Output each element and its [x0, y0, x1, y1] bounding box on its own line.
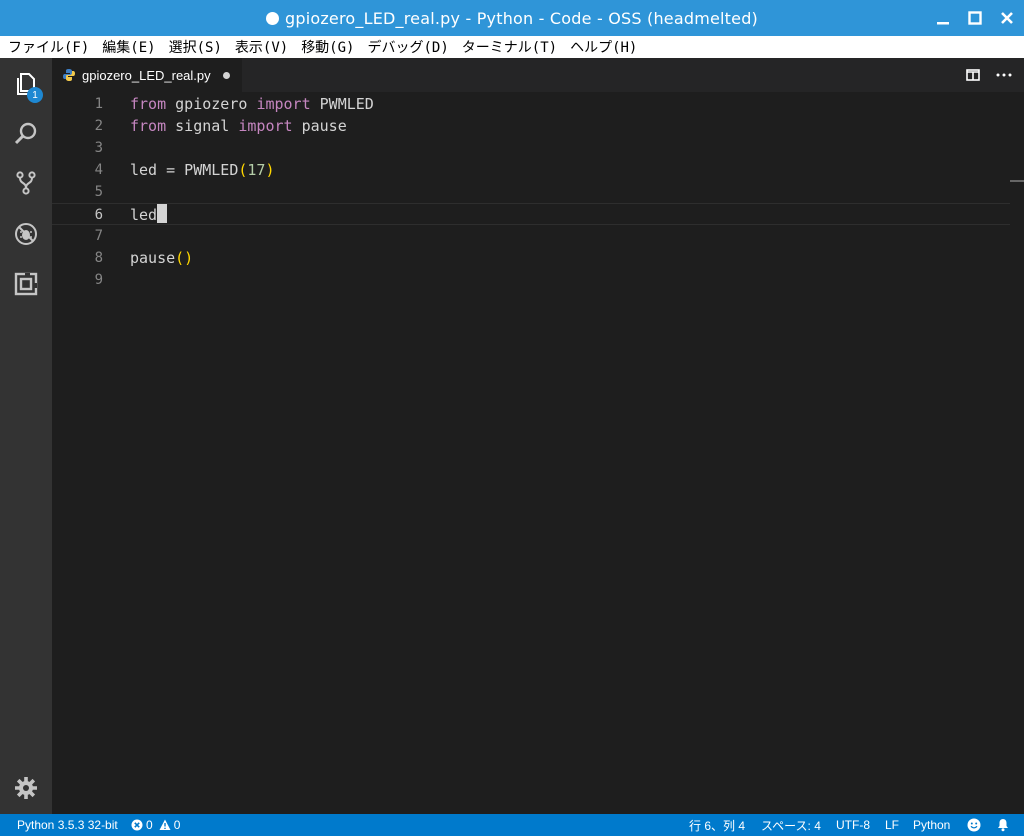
identifier-token: pause: [292, 117, 347, 135]
keyword-token: from: [130, 95, 167, 113]
current-code-line[interactable]: 6 led: [52, 203, 1010, 225]
minimize-icon: [937, 22, 949, 25]
encoding-status[interactable]: UTF-8: [836, 814, 870, 836]
status-bar: Python 3.5.3 32-bit 0 0 行 6、列 4 スペース: 4 …: [0, 814, 1024, 836]
activity-extensions[interactable]: [0, 260, 52, 308]
identifier-token: gpiozero: [166, 95, 257, 113]
search-icon: [14, 122, 37, 145]
split-editor-button[interactable]: [966, 68, 980, 82]
code-line[interactable]: 4 led = PWMLED(17): [52, 159, 1010, 181]
error-count: 0: [146, 818, 153, 832]
identifier-token: led = PWMLED: [130, 161, 239, 179]
code-line[interactable]: 7: [52, 225, 1010, 247]
text-cursor: [157, 204, 168, 223]
code-editor[interactable]: 1 from gpiozero import PWMLED 2 from sig…: [52, 92, 1024, 814]
code-text: pause(): [130, 247, 193, 269]
gear-icon: [15, 777, 37, 799]
bell-icon: [998, 819, 1008, 832]
menu-view[interactable]: 表示(V): [227, 37, 293, 57]
code-line[interactable]: 3: [52, 137, 1010, 159]
notifications-button[interactable]: [996, 814, 1013, 836]
menu-selection[interactable]: 選択(S): [161, 37, 227, 57]
window-controls: [934, 0, 1016, 36]
scrollbar-overview-marker[interactable]: [1010, 180, 1024, 182]
editor-tabs: gpiozero_LED_real.py: [52, 58, 1024, 92]
code-line[interactable]: 1 from gpiozero import PWMLED: [52, 93, 1010, 115]
minimize-button[interactable]: [934, 9, 952, 27]
line-number: 2: [94, 118, 103, 134]
paren-token: (): [175, 249, 194, 267]
error-icon: [131, 819, 143, 831]
menu-edit[interactable]: 編集(E): [94, 37, 160, 57]
line-number: 1: [94, 96, 103, 112]
problems-status[interactable]: 0 0: [131, 814, 180, 836]
menu-file[interactable]: ファイル(F): [0, 37, 94, 57]
identifier-token: led: [130, 206, 158, 224]
title-bar: gpiozero_LED_real.py - Python - Code - O…: [0, 0, 1024, 36]
debug-icon: [15, 223, 37, 245]
activity-explorer[interactable]: 1: [0, 60, 52, 108]
line-number: 5: [94, 184, 103, 200]
line-number: 3: [94, 140, 103, 156]
menu-bar: ファイル(F) 編集(E) 選択(S) 表示(V) 移動(G) デバッグ(D) …: [0, 36, 1024, 58]
line-number: 7: [94, 228, 103, 244]
line-number: 4: [94, 162, 103, 178]
tab-label: gpiozero_LED_real.py: [82, 67, 211, 83]
keyword-token: import: [256, 95, 311, 113]
warning-count: 0: [173, 818, 181, 832]
explorer-badge: 1: [27, 87, 43, 103]
keyword-token: import: [238, 117, 293, 135]
ellipsis-icon: [996, 73, 1012, 77]
line-number: 8: [94, 250, 103, 266]
more-actions-button[interactable]: [996, 72, 1012, 78]
warning-icon: [159, 819, 171, 830]
tab-gpiozero-led-real[interactable]: gpiozero_LED_real.py: [52, 58, 242, 92]
code-line[interactable]: 2 from signal import pause: [52, 115, 1010, 137]
line-number: 9: [94, 272, 103, 288]
activity-bar: 1: [0, 58, 52, 814]
eol-status[interactable]: LF: [885, 814, 899, 836]
menu-debug[interactable]: デバッグ(D): [359, 37, 453, 57]
code-line[interactable]: 9: [52, 269, 1010, 291]
extensions-icon: [14, 272, 38, 296]
menu-help[interactable]: ヘルプ(H): [562, 37, 642, 57]
identifier-token: signal: [166, 117, 239, 135]
smiley-icon: [967, 818, 981, 832]
activity-source-control[interactable]: [0, 159, 52, 207]
code-line[interactable]: 8 pause(): [52, 247, 1010, 269]
activity-search[interactable]: [0, 110, 52, 158]
python-file-icon: [63, 69, 75, 81]
menu-terminal[interactable]: ターミナル(T): [454, 37, 562, 57]
maximize-icon: [968, 11, 982, 25]
code-text: from gpiozero import PWMLED: [130, 93, 374, 115]
maximize-button[interactable]: [966, 9, 984, 27]
close-icon: [1001, 12, 1013, 24]
activity-manage[interactable]: [0, 764, 52, 812]
paren-token: ): [265, 161, 275, 179]
editor-actions: [966, 58, 1012, 92]
line-number: 6: [94, 207, 103, 223]
cursor-position-status[interactable]: 行 6、列 4: [689, 814, 745, 836]
source-control-icon: [16, 171, 36, 195]
close-button[interactable]: [998, 9, 1016, 27]
language-mode-status[interactable]: Python: [913, 814, 950, 836]
python-interpreter-status[interactable]: Python 3.5.3 32-bit: [17, 814, 118, 836]
code-text: led: [130, 204, 168, 226]
window-title: gpiozero_LED_real.py - Python - Code - O…: [284, 8, 758, 28]
keyword-token: from: [130, 117, 167, 135]
code-line[interactable]: 5: [52, 181, 1010, 203]
activity-debug[interactable]: [0, 210, 52, 258]
identifier-token: pause: [130, 249, 176, 267]
number-token: 17: [247, 161, 266, 179]
feedback-button[interactable]: [967, 814, 984, 836]
unsaved-dot-icon[interactable]: [222, 71, 230, 79]
identifier-token: PWMLED: [310, 95, 374, 113]
code-text: led = PWMLED(17): [130, 159, 275, 181]
code-text: from signal import pause: [130, 115, 347, 137]
indentation-status[interactable]: スペース: 4: [761, 814, 821, 836]
unsaved-dot-icon: [265, 11, 279, 25]
split-editor-icon: [966, 69, 980, 81]
menu-go[interactable]: 移動(G): [293, 37, 359, 57]
